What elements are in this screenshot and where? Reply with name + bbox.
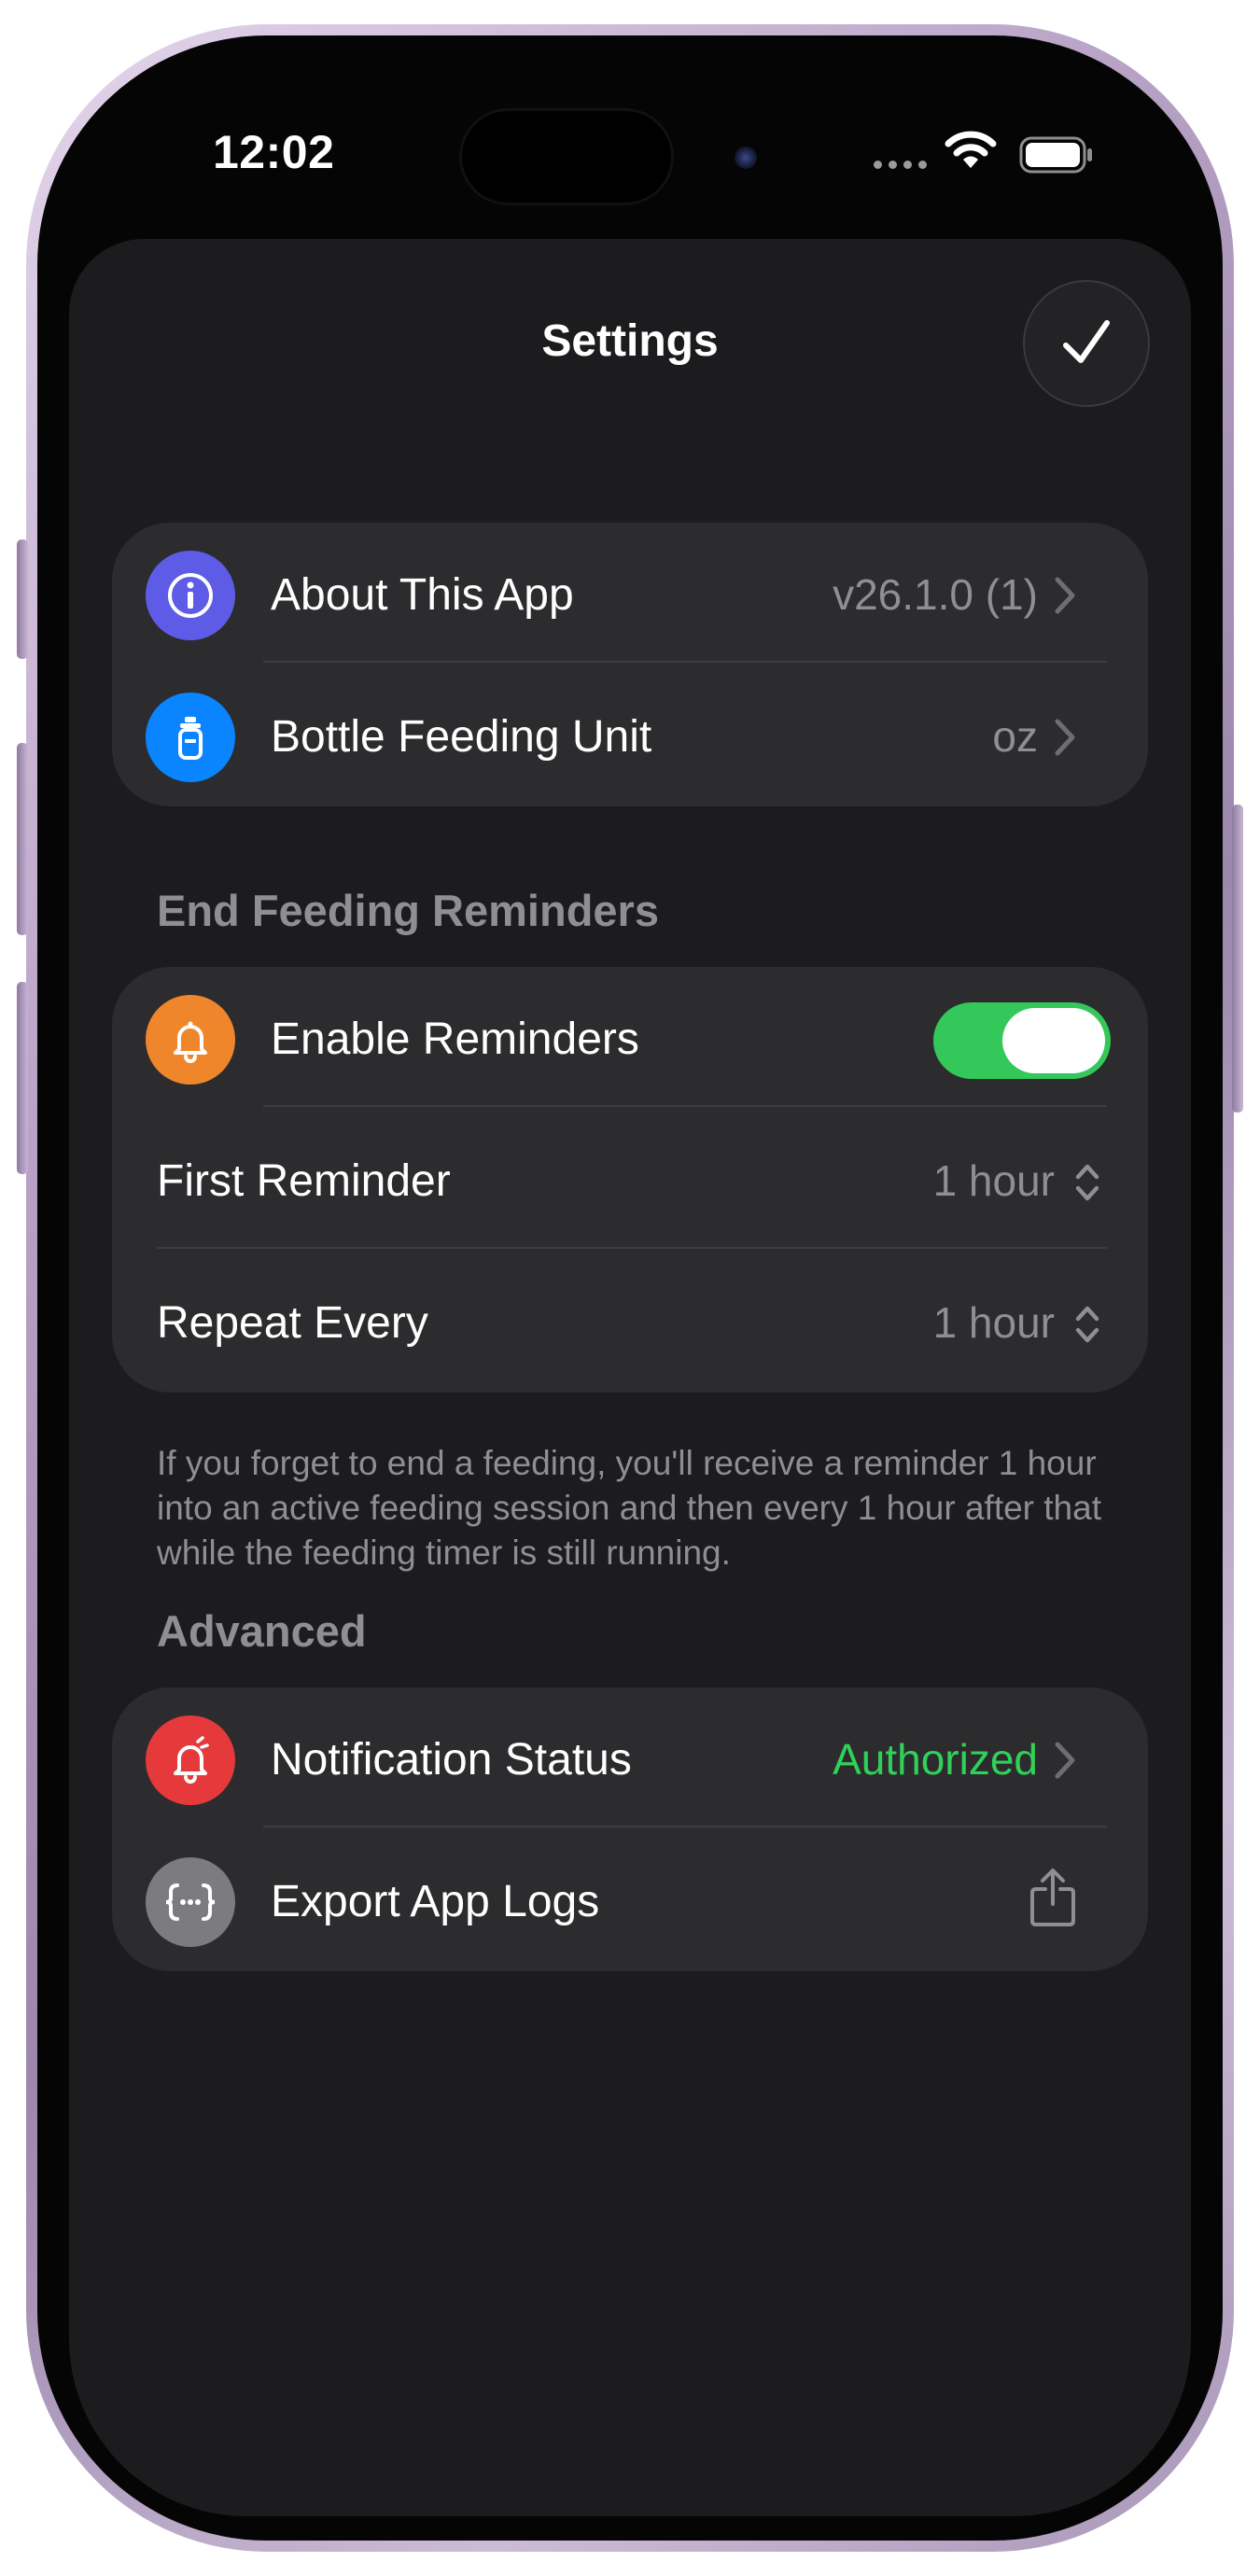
row-divider	[263, 661, 1107, 663]
checkmark-icon	[1063, 320, 1110, 363]
about-app-row[interactable]: About This App v26.1.0 (1)	[112, 523, 1148, 668]
row-divider	[157, 1247, 1107, 1249]
about-app-label: About This App	[271, 570, 574, 620]
notification-status-value: Authorized	[833, 1735, 1038, 1784]
reminders-footer-note: If you forget to end a feeding, you'll r…	[157, 1444, 1101, 1572]
bottle-unit-label: Bottle Feeding Unit	[271, 712, 652, 762]
chevron-right-icon	[1055, 1742, 1075, 1779]
reminders-section-header: End Feeding Reminders	[157, 886, 659, 935]
bell-icon	[146, 995, 235, 1085]
repeat-every-value: 1 hour	[932, 1298, 1055, 1347]
battery-icon	[1019, 136, 1092, 174]
first-reminder-label: First Reminder	[157, 1156, 451, 1206]
app-version-value: v26.1.0 (1)	[833, 570, 1038, 619]
status-time: 12:02	[213, 126, 335, 178]
action-button	[17, 539, 28, 659]
row-divider	[263, 1826, 1107, 1827]
row-divider	[263, 1105, 1107, 1107]
repeat-every-label: Repeat Every	[157, 1298, 428, 1348]
bottle-unit-value: oz	[992, 712, 1038, 761]
reminders-group: Enable Reminders First Reminder 1 hour R…	[112, 967, 1148, 1393]
notification-status-label: Notification Status	[271, 1735, 632, 1785]
enable-reminders-row: Enable Reminders	[112, 967, 1148, 1113]
first-reminder-value: 1 hour	[932, 1156, 1055, 1205]
volume-down-button	[17, 982, 28, 1174]
done-button[interactable]	[1025, 282, 1148, 405]
volume-up-button	[17, 743, 28, 935]
export-logs-label: Export App Logs	[271, 1877, 600, 1926]
first-reminder-row[interactable]: First Reminder 1 hour	[112, 1109, 1148, 1254]
toggle-knob	[1002, 1008, 1105, 1073]
repeat-every-row[interactable]: Repeat Every 1 hour	[112, 1251, 1148, 1396]
dynamic-island	[459, 108, 674, 205]
chevron-up-down-icon	[1075, 1164, 1099, 1201]
power-button	[1232, 805, 1243, 1113]
advanced-group: Notification Status Authorized Export Ap…	[112, 1687, 1148, 1971]
cellular-signal-icon	[874, 161, 927, 169]
enable-reminders-label: Enable Reminders	[271, 1015, 639, 1064]
camera-lens	[735, 147, 757, 169]
chevron-right-icon	[1055, 719, 1075, 756]
notification-status-row[interactable]: Notification Status Authorized	[112, 1687, 1148, 1833]
export-logs-row[interactable]: Export App Logs	[112, 1829, 1148, 1975]
chevron-up-down-icon	[1075, 1306, 1099, 1343]
chevron-right-icon	[1055, 577, 1075, 614]
wifi-icon	[945, 131, 997, 168]
info-icon	[146, 551, 235, 640]
bell-badge-icon	[146, 1715, 235, 1805]
bottle-icon	[146, 693, 235, 782]
advanced-section-header: Advanced	[157, 1606, 367, 1656]
enable-reminders-toggle[interactable]	[933, 1002, 1111, 1079]
curly-braces-icon	[146, 1857, 235, 1947]
bottle-unit-row[interactable]: Bottle Feeding Unit oz	[112, 665, 1148, 810]
share-icon[interactable]	[1027, 1867, 1079, 1928]
general-group: About This App v26.1.0 (1) Bottle Feedin…	[112, 523, 1148, 806]
